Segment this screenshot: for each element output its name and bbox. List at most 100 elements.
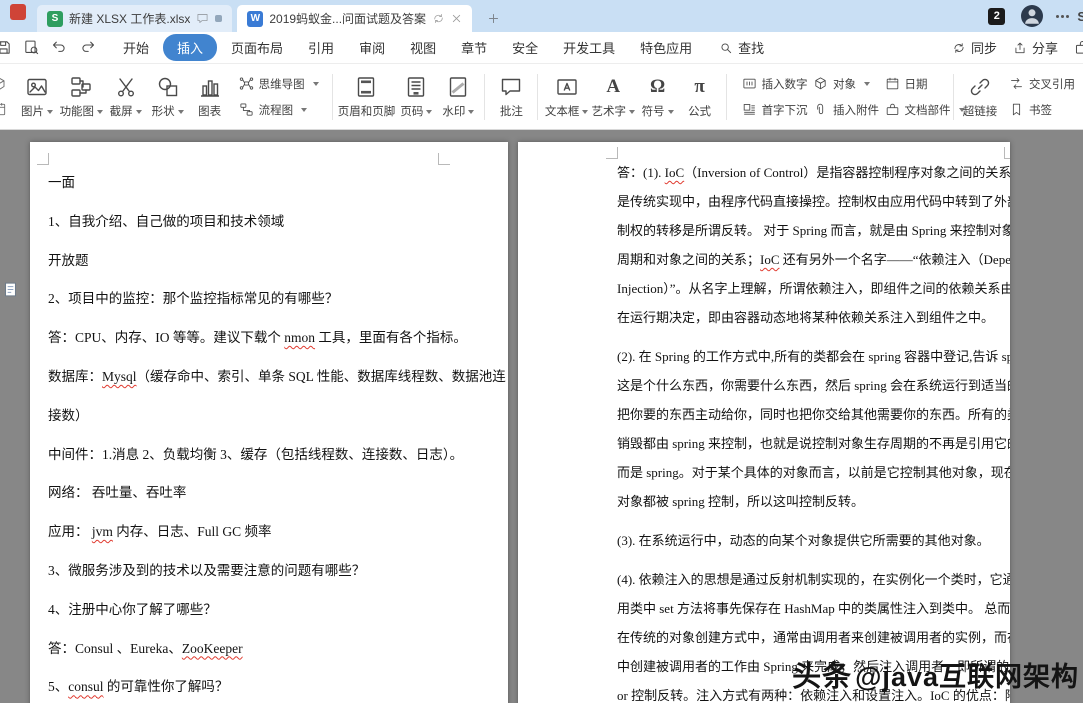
menu-item[interactable]: 页面布局 [220,35,294,60]
header-footer-icon [358,76,375,97]
spellcheck-marked-word: nmon [284,330,316,346]
chart-icon [199,79,220,97]
chevron-down-icon [426,109,433,117]
avatar[interactable] [1021,5,1044,27]
notification-badge[interactable]: 2 [988,7,1006,25]
clipped-icon [0,102,6,116]
chevron-down-icon [47,109,53,117]
wordart-icon: A [606,75,621,97]
toutiao-watermark: 头条 @java互联网架构 [792,653,1079,695]
ribbon-button-chart[interactable]: 图表 [189,72,231,121]
ribbon-button-screenshot[interactable]: 截屏 [105,72,147,121]
document-line: 3、微服务涉及到的技术以及需要注意的问题有哪些？ [48,562,366,578]
chevron-down-icon [667,109,674,117]
ribbon-button-bookmark[interactable]: 书签 [1007,101,1054,119]
page-left-text: 一面 1、自我介绍、自己做的项目和技术领域 开放题 2、项目中的监控：那个监控指标常见… [30,142,508,703]
edge-cut-icon[interactable] [1074,39,1083,56]
search-icon [721,42,732,53]
menu-item[interactable]: 视图 [399,35,447,60]
document-line: 2、项目中的监控：那个监控指标常见的有哪些？ [48,291,339,307]
ribbon-separator [331,73,333,120]
ribbon-button-insert-number[interactable]: 插入数字 [740,75,810,93]
tab-document[interactable]: W 2019蚂蚁金...问面试题及答案 [237,5,473,32]
ribbon-separator [537,73,539,120]
ribbon-button-picture[interactable]: 图片 [16,72,58,121]
ribbon-button-textbox[interactable]: 文本框 [543,72,590,121]
tab-spreadsheet[interactable]: S 新建 XLSX 工作表.xlsx [37,5,233,32]
ribbon-button-shapes[interactable]: 形状 [147,72,189,121]
ribbon-button-flowchart[interactable]: 流程图 [237,101,310,119]
ribbon-button-dropcap[interactable]: 首字下沉 [740,101,810,119]
ribbon-small-grid: 插入数字 首字下沉 对象 插入附件 日期 文档部件 [732,75,965,119]
menu-item[interactable]: 开发工具 [552,35,626,60]
wps-logo[interactable] [10,4,26,20]
ribbon-separator [725,73,727,120]
chevron-down-icon [864,82,871,89]
picture-icon [27,78,47,95]
ribbon-button-comment[interactable]: 批注 [490,72,532,121]
attachment-icon [817,103,824,115]
menu-item[interactable]: 审阅 [348,35,396,60]
menu-item[interactable]: 开始 [112,35,160,60]
tab-close-icon[interactable] [451,13,462,24]
document-area: 一面 1、自我介绍、自己做的项目和技术领域 开放题 2、项目中的监控：那个监控指标常见… [0,130,1083,703]
document-line: 在运行期决定，即由容器动态地将某种依赖关系注入到组件之中。 [617,310,995,325]
ribbon-button-wordart[interactable]: A 艺术字 [590,72,637,121]
hyperlink-icon [970,78,990,95]
menubar-right-tools: 同步 分享 [952,38,1083,57]
ribbon-button-attachment[interactable]: 插入附件 [811,101,881,119]
document-line: 中间件：1.消息 2、负载均衡 3、缓存（包括线程数、连接数、日志）。 [48,446,464,462]
share-icon [1015,42,1025,53]
margin-corner-mark [606,147,618,159]
writer-app-icon: W [247,10,264,27]
ribbon-reference-stack: 交叉引用 书签 [1001,75,1083,119]
ribbon-separator [953,73,955,120]
comment-icon [502,78,521,95]
tab-dot-icon [215,15,223,22]
redo-icon[interactable] [79,39,96,56]
ribbon-button-watermark[interactable]: 水印 [437,72,479,121]
ribbon-left-clipped-icons [0,76,13,117]
sync-button[interactable]: 同步 [952,38,997,57]
watermark-logo-text: 头条 [792,661,853,693]
document-line: 在传统的对象创建方式中，通常由调用者来创建被调用者的实例，而在 Spring [617,630,1010,645]
ribbon-button-mindmap[interactable]: 思维导图 [237,75,321,93]
ribbon-button-crossref[interactable]: 交叉引用 [1007,75,1077,93]
ribbon-button-page-number[interactable]: 页码 [395,72,437,121]
menu-item[interactable]: 安全 [501,35,549,60]
spellcheck-marked-word: IoC [664,165,685,180]
document-line: 4、注册中心你了解了哪些？ [48,601,217,617]
nav-pane-toggle-icon[interactable] [2,280,19,299]
menu-item[interactable]: 引用 [297,35,345,60]
document-line: 用类中 set 方法将事先保存在 HashMap 中的类属性注入到类中。 总而言… [617,601,1010,616]
save-icon[interactable] [0,39,12,56]
share-button[interactable]: 分享 [1013,38,1058,57]
find-button[interactable]: 查找 [719,38,764,57]
document-line: 答：Consul 、Eureka、ZooKeeper [48,640,243,656]
ribbon-button-date[interactable]: 日期 [883,75,930,93]
document-page-left[interactable]: 一面 1、自我介绍、自己做的项目和技术领域 开放题 2、项目中的监控：那个监控指标常见… [30,142,508,703]
print-preview-icon[interactable] [23,39,40,56]
document-page-right[interactable]: 答：(1). IoC（Inversion of Control）是指容器控制程序… [518,142,1010,703]
docpart-icon [886,103,898,115]
new-tab-button[interactable] [487,12,500,25]
ribbon-button-formula[interactable]: π 公式 [679,72,721,121]
function-diagram-icon [71,76,91,97]
share-label: 分享 [1031,41,1058,56]
more-icon[interactable] [1056,14,1070,18]
ribbon-button-hyperlink[interactable]: 超链接 [959,72,1001,121]
ribbon-button-function-diagram[interactable]: 功能图 [58,72,105,121]
document-line: 一面 [48,175,75,190]
ribbon-button-object[interactable]: 对象 [811,75,872,93]
window-tab-bar: S 新建 XLSX 工作表.xlsx W 2019蚂蚁金...问面试题及答案 2… [0,0,1083,32]
menu-item[interactable]: 章节 [450,35,498,60]
menu-item[interactable]: 插入 [163,34,218,61]
undo-icon[interactable] [51,39,68,56]
chevron-down-icon [468,109,475,117]
quick-access-toolbar [0,39,112,56]
document-line: 而是 spring。对于某个具体的对象而言，以前是它控制其他对象，现在是所有 [617,465,1010,480]
menu-item[interactable]: 特色应用 [629,35,703,60]
spellcheck-marked-word: ZooKeeper [181,640,243,656]
ribbon-button-header-footer[interactable]: 页眉和页脚 [338,72,396,121]
ribbon-button-symbol[interactable]: Ω 符号 [637,72,679,121]
